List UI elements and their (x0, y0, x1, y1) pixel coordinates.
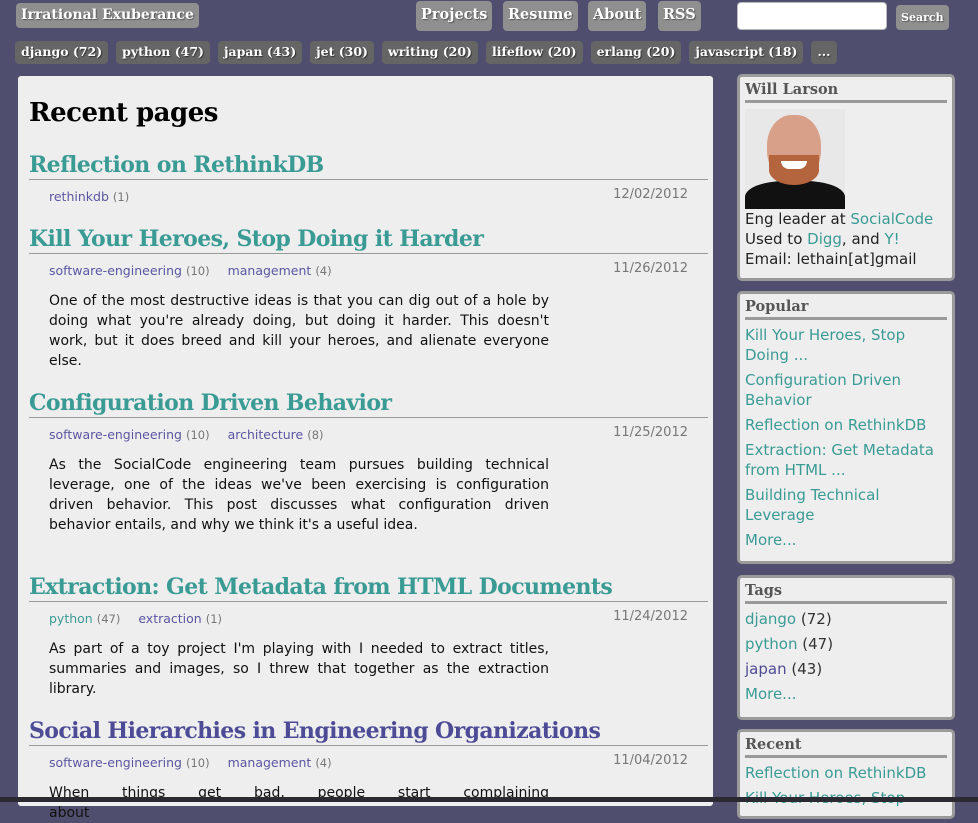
tags-heading: Tags (745, 581, 947, 604)
tags-more-link[interactable]: More... (745, 684, 947, 704)
yahoo-link[interactable]: Y! (884, 230, 899, 248)
author-photo (745, 109, 845, 209)
nav-resume[interactable]: Resume (503, 1, 578, 31)
tag-pill-javascript[interactable]: javascript (18) (689, 41, 804, 64)
author-box: Will Larson Eng leader at SocialCode Use… (737, 74, 955, 281)
post-item: Social Hierarchies in Engineering Organi… (29, 718, 708, 823)
sidebar-tag-item[interactable]: python (47) (745, 634, 947, 654)
post-title-link[interactable]: Extraction: Get Metadata from HTML Docum… (29, 574, 708, 602)
post-tag-count: (4) (315, 756, 332, 770)
bio-text: Used to (745, 230, 808, 248)
tag-pill-python[interactable]: python (47) (116, 41, 210, 64)
tag-pill-django[interactable]: django (72) (15, 41, 109, 64)
post-summary: As part of a toy project I'm playing wit… (49, 641, 549, 697)
popular-link[interactable]: Building Technical Leverage (745, 485, 905, 525)
post-tag-link[interactable]: software-engineering (49, 755, 182, 770)
sidebar-tag-count: (43) (791, 660, 823, 678)
post-tag-link[interactable]: rethinkdb (49, 189, 109, 204)
sidebar-tag-count: (72) (800, 610, 832, 628)
post-tag-count: (1) (205, 612, 223, 626)
nav-about[interactable]: About (588, 1, 647, 31)
post-meta: rethinkdb (1) 12/02/2012 (29, 187, 708, 211)
tag-pill-jet[interactable]: jet (30) (310, 41, 374, 64)
popular-link[interactable]: Configuration Driven Behavior (745, 370, 925, 410)
post-meta: software-engineering (10) management (4) 1… (29, 753, 708, 777)
post-item: Extraction: Get Metadata from HTML Docum… (29, 574, 708, 699)
post-tag-link[interactable]: extraction (138, 611, 201, 626)
post-tag-count: (1) (112, 190, 130, 204)
post-meta: python (47) extraction (1) 11/24/2012 (29, 609, 708, 633)
main-content: Recent pages Reflection on RethinkDB ret… (18, 76, 713, 821)
bio-text: , and (841, 230, 885, 248)
post-item: Kill Your Heroes, Stop Doing it Harder s… (29, 226, 708, 371)
author-name: Will Larson (745, 80, 947, 103)
post-meta: software-engineering (10) architecture (8)… (29, 425, 708, 449)
post-summary: One of the most destructive ideas is tha… (49, 293, 549, 369)
sidebar-tag-count: (47) (802, 635, 834, 653)
post-tag-link[interactable]: management (228, 755, 312, 770)
post-title-link[interactable]: Reflection on RethinkDB (29, 152, 708, 180)
post-date: 11/25/2012 (613, 425, 688, 440)
post-tag-link[interactable]: python (49, 611, 93, 626)
site-brand-link[interactable]: Irrational Exuberance (16, 3, 199, 28)
tag-pill-lifeflow[interactable]: lifeflow (20) (485, 41, 583, 64)
search-input[interactable] (737, 2, 887, 30)
sidebar-tag-link[interactable]: python (745, 635, 797, 653)
post-item: Reflection on RethinkDB rethinkdb (1) 12/… (29, 152, 708, 211)
socialcode-link[interactable]: SocialCode (850, 210, 933, 228)
sidebar-tag-item[interactable]: django (72) (745, 609, 947, 629)
post-date: 11/26/2012 (613, 261, 688, 276)
tag-pill-more[interactable]: ... (811, 41, 837, 64)
digg-link[interactable]: Digg (807, 230, 842, 248)
search-button[interactable]: Search (896, 5, 949, 30)
post-summary: As the SocialCode engineering team pursu… (49, 457, 549, 533)
post-title-link[interactable]: Configuration Driven Behavior (29, 390, 708, 418)
post-tag-link[interactable]: architecture (228, 427, 304, 442)
popular-link[interactable]: Reflection on RethinkDB (745, 415, 947, 435)
recent-box: Recent Reflection on RethinkDB Kill Your… (737, 729, 955, 819)
post-title-link[interactable]: Social Hierarchies in Engineering Organi… (29, 718, 708, 746)
post-tag-link[interactable]: software-engineering (49, 263, 182, 278)
nav-rss[interactable]: RSS (658, 1, 701, 31)
page-heading: Recent pages (29, 98, 218, 128)
post-summary: When things get bad, people start compla… (49, 785, 549, 821)
post-tag-count: (4) (315, 264, 332, 278)
author-bio: Eng leader at SocialCode Used to Digg, a… (745, 209, 947, 269)
popular-link[interactable]: Kill Your Heroes, Stop Doing ... (745, 325, 935, 365)
tag-pill-erlang[interactable]: erlang (20) (590, 41, 682, 64)
post-meta: software-engineering (10) management (4) 1… (29, 261, 708, 285)
post-tag-count: (8) (307, 428, 324, 442)
tag-bar: django (72) python (47) japan (43) jet (… (15, 41, 837, 64)
post-date: 12/02/2012 (613, 187, 688, 202)
post-tag-count: (47) (96, 612, 121, 626)
recent-heading: Recent (745, 735, 947, 758)
recent-link[interactable]: Reflection on RethinkDB (745, 763, 947, 783)
sidebar-tag-link[interactable]: django (745, 610, 796, 628)
post-tag-link[interactable]: software-engineering (49, 427, 182, 442)
tags-box: Tags django (72) python (47) japan (43) … (737, 575, 955, 720)
post-title-link[interactable]: Kill Your Heroes, Stop Doing it Harder (29, 226, 708, 254)
post-item: Configuration Driven Behavior software-e… (29, 390, 708, 535)
window-bottom-edge (0, 797, 978, 802)
bio-text: Eng leader at (745, 210, 851, 228)
post-tag-count: (10) (185, 756, 210, 770)
post-tag-count: (10) (185, 264, 210, 278)
nav-projects[interactable]: Projects (416, 1, 493, 31)
post-date: 11/04/2012 (613, 753, 688, 768)
post-tag-link[interactable]: management (228, 263, 312, 278)
popular-box: Popular Kill Your Heroes, Stop Doing ...… (737, 291, 955, 564)
tag-pill-writing[interactable]: writing (20) (381, 41, 478, 64)
popular-link[interactable]: Extraction: Get Metadata from HTML ... (745, 440, 947, 480)
tag-pill-japan[interactable]: japan (43) (217, 41, 303, 64)
post-tag-count: (10) (185, 428, 210, 442)
popular-heading: Popular (745, 297, 947, 320)
popular-more-link[interactable]: More... (745, 530, 947, 550)
sidebar-tag-item[interactable]: japan (43) (745, 659, 947, 679)
author-email: Email: lethain[at]gmail (745, 250, 917, 268)
sidebar-tag-link[interactable]: japan (745, 660, 787, 678)
post-date: 11/24/2012 (613, 609, 688, 624)
